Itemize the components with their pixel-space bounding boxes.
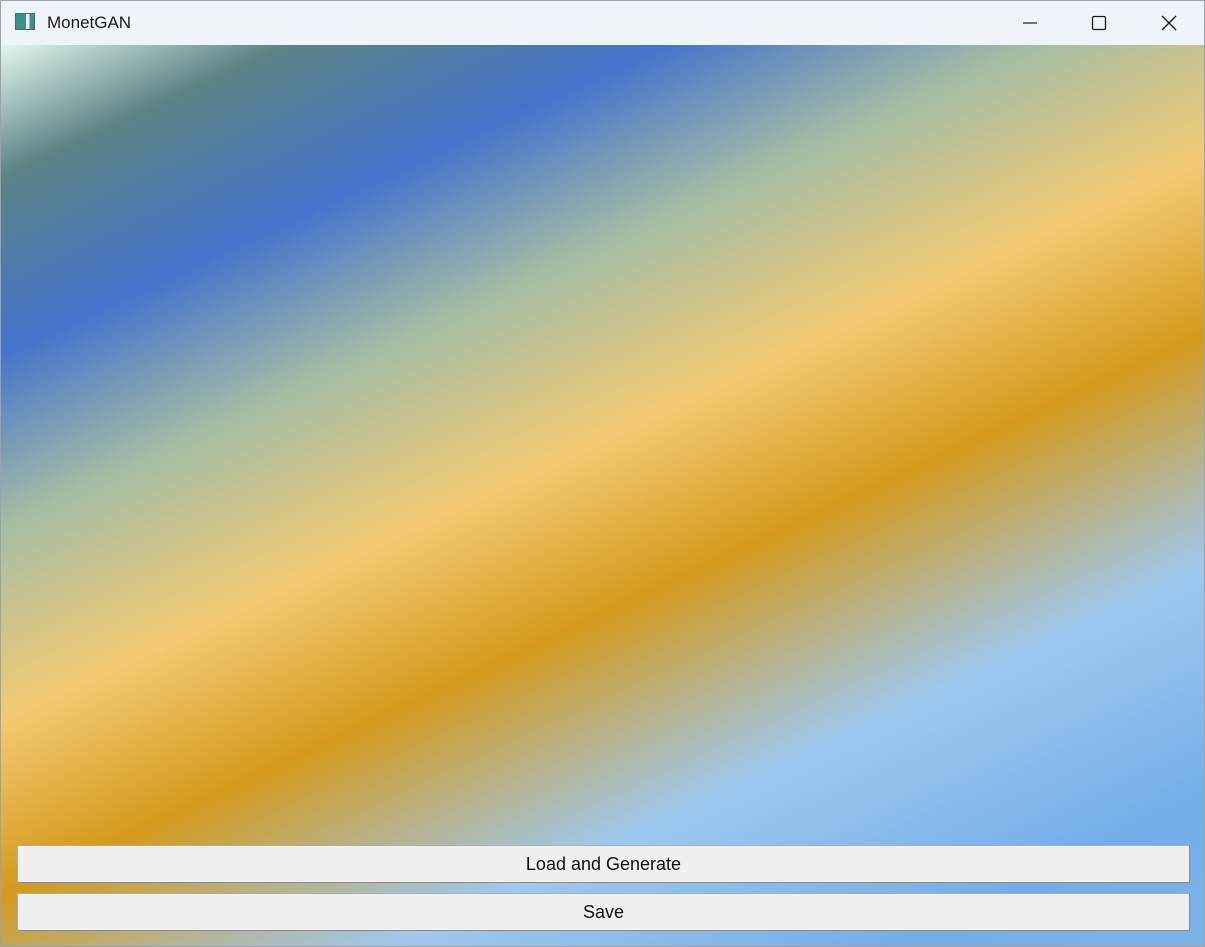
- window-title: MonetGAN: [47, 13, 132, 32]
- save-button[interactable]: Save: [17, 893, 1190, 931]
- app-icon: [15, 13, 35, 30]
- load-and-generate-button[interactable]: Load and Generate: [17, 845, 1190, 883]
- maximize-icon: [1091, 15, 1107, 31]
- app-window: MonetGAN Load and Generate Save: [0, 0, 1205, 947]
- minimize-button[interactable]: [995, 1, 1065, 45]
- close-button[interactable]: [1134, 1, 1204, 45]
- maximize-button[interactable]: [1064, 1, 1134, 45]
- minimize-icon: [1023, 22, 1037, 24]
- title-bar[interactable]: MonetGAN: [1, 1, 1204, 45]
- generated-image-canvas: [1, 45, 1204, 946]
- close-icon: [1161, 15, 1177, 31]
